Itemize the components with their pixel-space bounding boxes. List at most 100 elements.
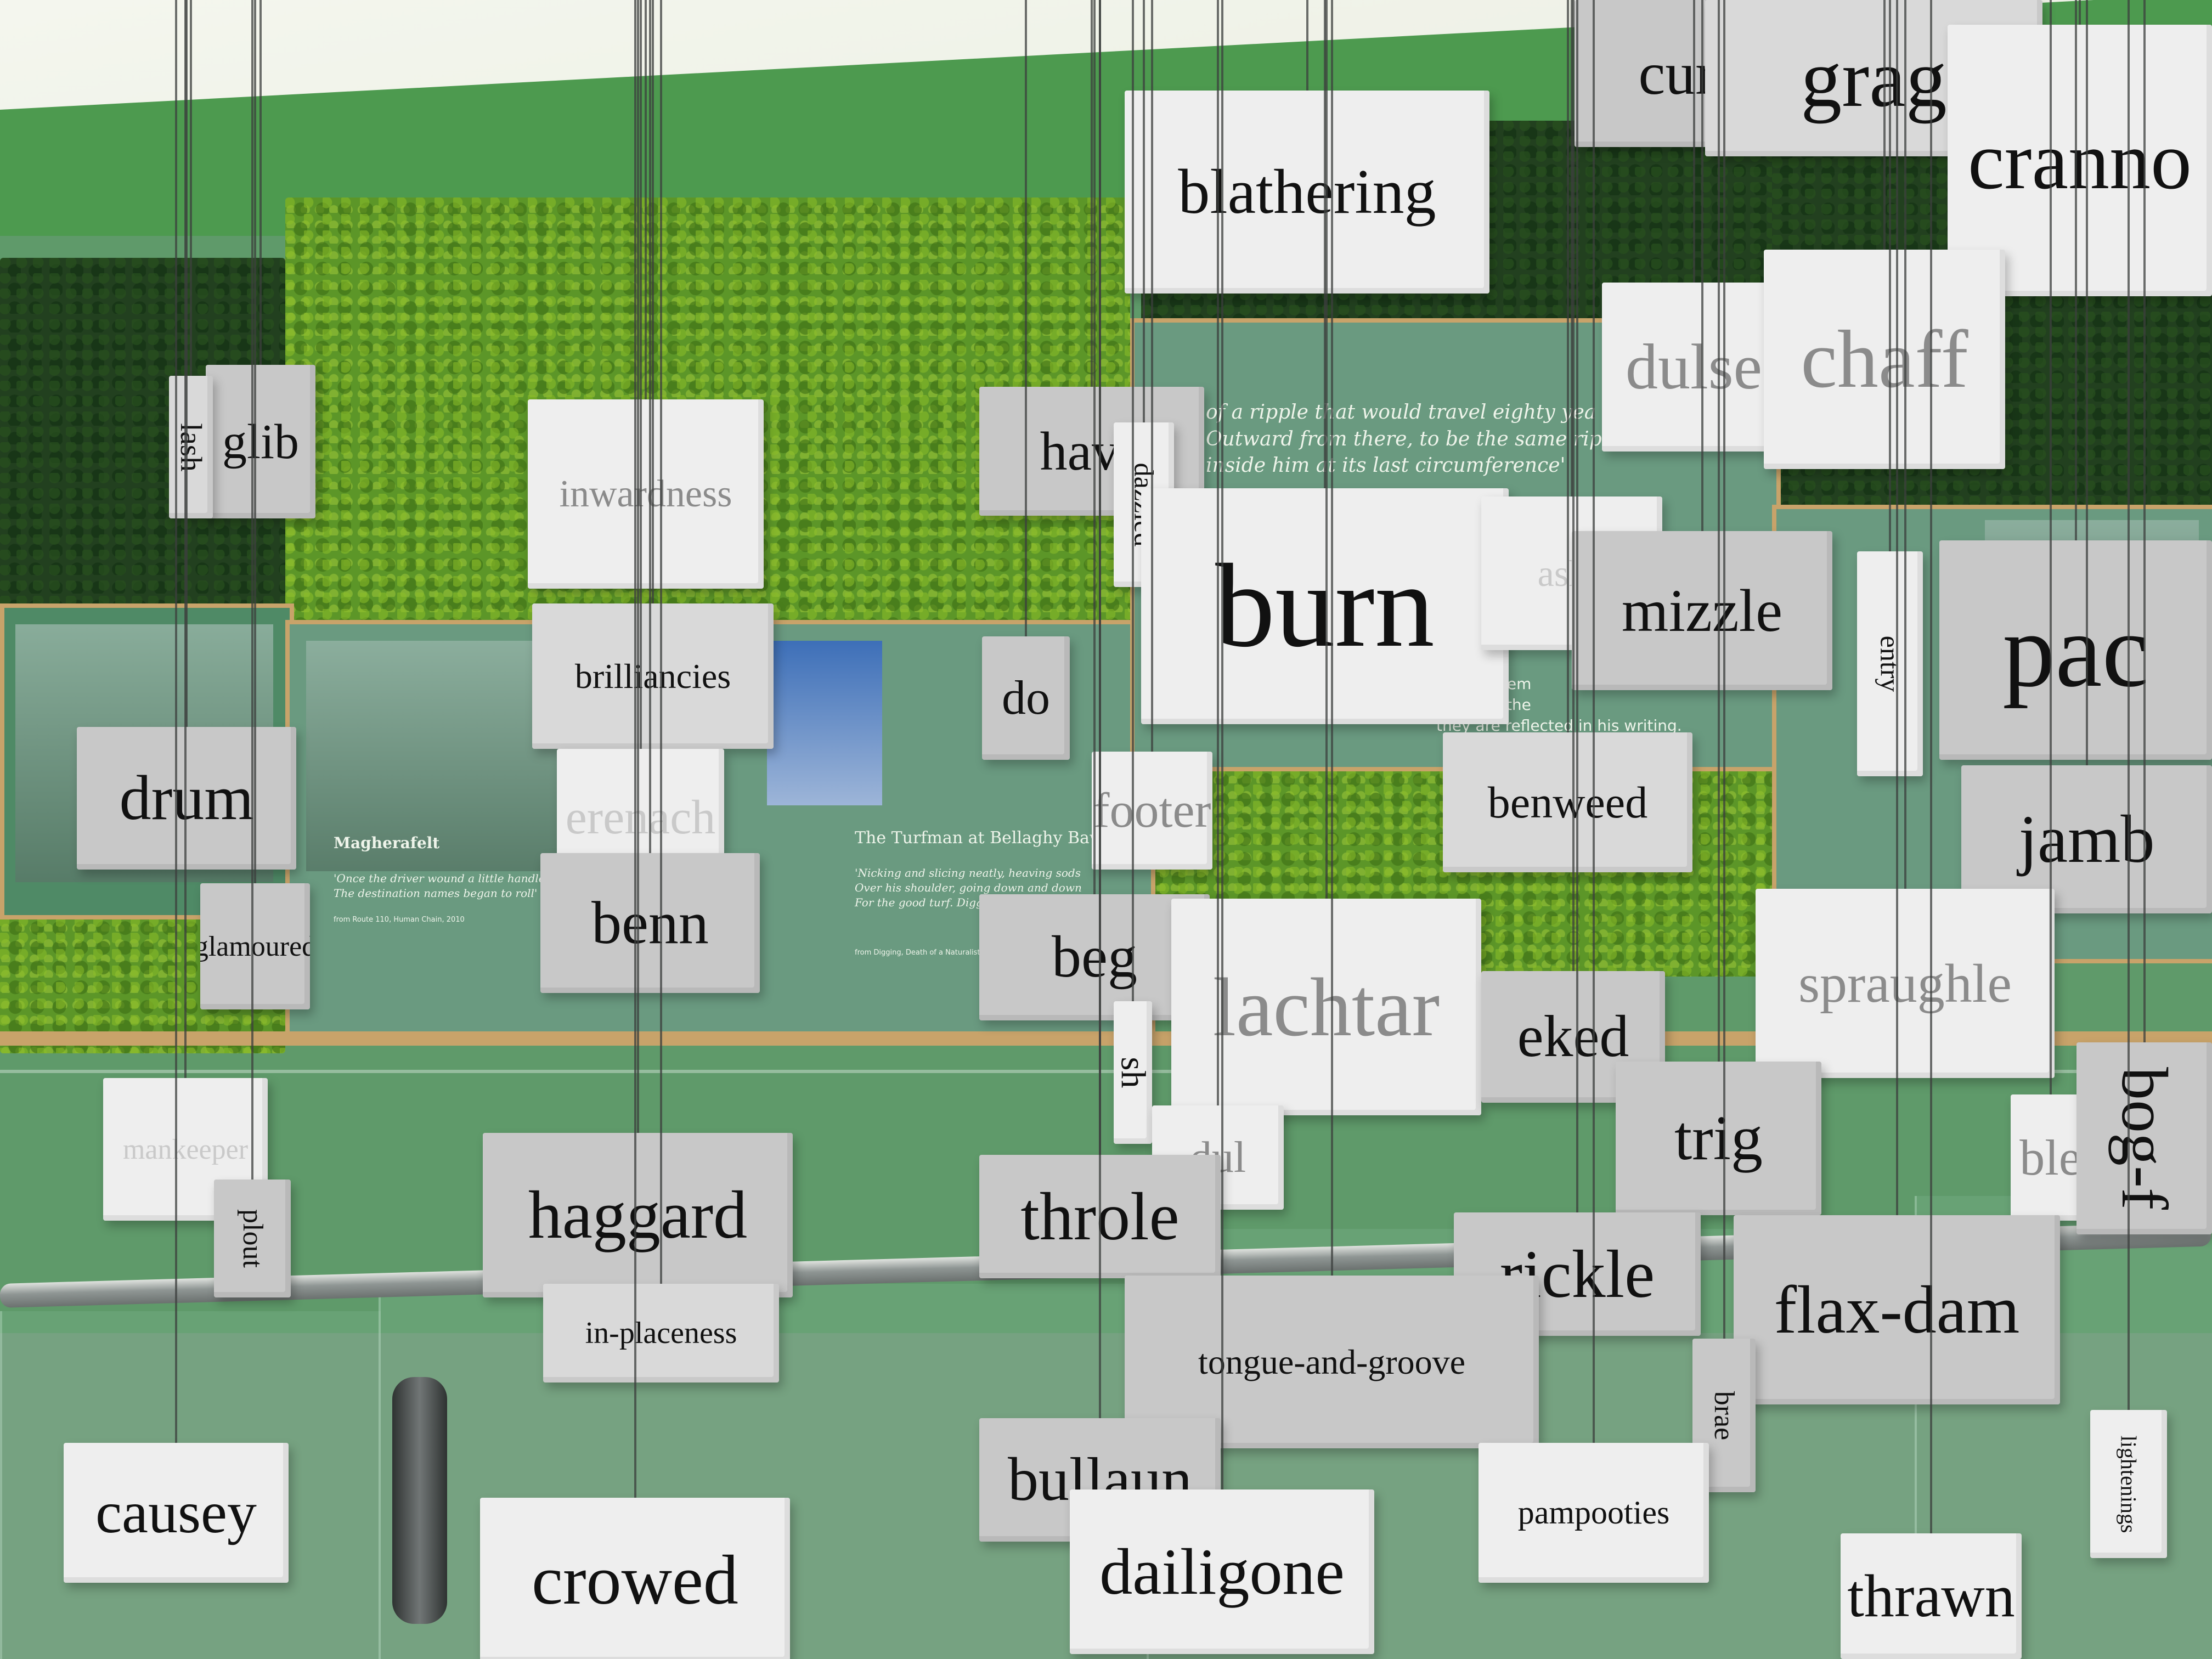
hanging-wire xyxy=(1593,0,1595,1443)
word-tile-label: footer xyxy=(1093,783,1211,838)
word-tile-mizzle: mizzle xyxy=(1572,531,1832,690)
hanging-wire xyxy=(1889,0,1891,551)
hanging-wire xyxy=(2128,0,2130,1410)
word-tile-dulse: dulse xyxy=(1602,283,1786,452)
hanging-wire xyxy=(652,0,654,603)
hanging-wire xyxy=(1093,0,1096,894)
word-tile-label: brilliancies xyxy=(574,656,731,696)
word-tile-label: erenach xyxy=(565,791,716,844)
word-tile-label: thrawn xyxy=(1847,1562,2015,1629)
word-tile-label: dailigone xyxy=(1099,1535,1345,1608)
hanging-wire xyxy=(190,0,192,376)
turfman-statue-photo xyxy=(767,641,882,805)
hanging-wire xyxy=(1572,0,1575,971)
glass-clamp-post xyxy=(392,1377,447,1624)
word-tile-label: jamb xyxy=(2018,802,2155,877)
hanging-wire xyxy=(184,0,187,1078)
museum-word-installation: Magherafelt 'Once the driver wound a lit… xyxy=(0,0,2212,1659)
word-tile-sh: sh xyxy=(1114,1001,1152,1144)
quote-magherafelt: 'Once the driver wound a little handle T… xyxy=(334,872,545,900)
word-tile-inwardness: inwardness xyxy=(528,399,764,589)
hanging-wire xyxy=(1025,0,1027,636)
hanging-wire xyxy=(1566,0,1569,732)
hanging-wire xyxy=(1221,0,1223,1489)
hanging-wire xyxy=(254,0,256,883)
word-tile-entry: entry xyxy=(1857,551,1923,776)
source-magherafelt: from Route 110, Human Chain, 2010 xyxy=(334,916,465,924)
word-tile-blathering: blathering xyxy=(1125,91,1489,294)
word-tile-label: mizzle xyxy=(1621,577,1783,644)
hanging-wire xyxy=(649,0,651,853)
word-tile-label: haggard xyxy=(528,1177,748,1252)
word-tile-label: brae xyxy=(1708,1391,1740,1440)
word-tile-drum: drum xyxy=(77,727,296,870)
hanging-wire xyxy=(1904,0,1906,889)
word-tile-glib: glib xyxy=(206,365,315,518)
word-tile-in-placeness: in-placeness xyxy=(543,1284,779,1383)
word-tile-label: in-placeness xyxy=(585,1316,737,1350)
word-tile-label: ble xyxy=(2019,1130,2081,1186)
word-tile-label: glib xyxy=(222,414,299,469)
word-tile-trig: trig xyxy=(1616,1062,1821,1215)
word-tile-label: do xyxy=(1002,672,1050,725)
word-tile-benweed: benweed xyxy=(1443,732,1692,872)
word-tile-label: lightenings xyxy=(2116,1435,2141,1533)
hanging-wire xyxy=(1325,0,1328,899)
word-tile-footer: footer xyxy=(1092,752,1212,870)
word-tile-label: benn xyxy=(591,889,709,956)
word-tile-label: chaff xyxy=(1801,314,1968,405)
hanging-wire xyxy=(175,0,177,1443)
hanging-wire xyxy=(636,0,639,1133)
hanging-wire xyxy=(639,0,642,749)
hanging-wire xyxy=(2085,0,2088,765)
word-tile-plout: plout xyxy=(214,1180,291,1297)
word-tile-label: eked xyxy=(1517,1004,1629,1069)
word-tile-label: bog-f xyxy=(2108,1067,2181,1210)
hanging-wire xyxy=(1151,0,1153,752)
word-tile-label: mankeeper xyxy=(122,1133,249,1165)
hanging-wire xyxy=(1895,0,1898,1215)
word-tile-thrawn: thrawn xyxy=(1841,1533,2022,1659)
hanging-wire xyxy=(1576,0,1578,1212)
word-tile-pac: pac xyxy=(1939,540,2212,760)
word-tile-label: pampooties xyxy=(1517,1494,1670,1531)
word-tile-label: entry xyxy=(1874,635,1905,692)
hanging-wire xyxy=(1091,0,1093,387)
word-tile-label: benweed xyxy=(1487,777,1648,827)
word-tile-label: trig xyxy=(1674,1103,1763,1173)
hanging-wire xyxy=(2049,0,2052,1094)
word-tile-glamoured: glamoured xyxy=(200,883,310,1009)
word-tile-label: plout xyxy=(236,1209,268,1268)
hanging-wire xyxy=(2079,0,2081,25)
word-tile-label: spraughle xyxy=(1798,953,2012,1014)
hanging-wire xyxy=(1132,0,1134,1001)
hanging-wire xyxy=(660,0,662,1284)
hanging-wire xyxy=(1883,0,1886,250)
word-tile-label: pac xyxy=(2002,591,2149,709)
word-tile-label: crowed xyxy=(532,1541,738,1619)
word-tile-dailigone: dailigone xyxy=(1070,1489,1374,1654)
hanging-wire xyxy=(1143,0,1145,422)
hanging-wire xyxy=(1723,0,1725,1339)
caption-turfman: The Turfman at Bellaghy Bawn xyxy=(855,828,1114,848)
word-tile-label: lachtar xyxy=(1212,961,1440,1053)
hanging-wire xyxy=(2143,0,2146,1042)
word-tile-lightenings: lightenings xyxy=(2090,1410,2167,1558)
hanging-wire xyxy=(1306,0,1308,91)
caption-magherafelt: Magherafelt xyxy=(334,834,440,852)
hanging-wire xyxy=(1217,0,1219,1105)
hanging-wire xyxy=(1330,0,1333,1276)
word-tile-benn: benn xyxy=(540,853,760,993)
word-tile-label: glamoured xyxy=(200,930,310,962)
hanging-wire xyxy=(1692,0,1695,283)
hanging-wire xyxy=(1701,0,1703,531)
hanging-wire xyxy=(259,0,262,365)
word-tile-do: do xyxy=(982,636,1070,760)
hanging-wire xyxy=(1099,0,1101,1418)
word-tile-causey: causey xyxy=(64,1443,289,1583)
word-tile-label: grag xyxy=(1801,32,1947,124)
word-tile-label: lash xyxy=(174,422,208,472)
word-tile-haggard: haggard xyxy=(483,1133,793,1297)
word-tile-brilliancies: brilliancies xyxy=(532,603,774,749)
word-tile-label: cranno xyxy=(1967,115,2192,206)
